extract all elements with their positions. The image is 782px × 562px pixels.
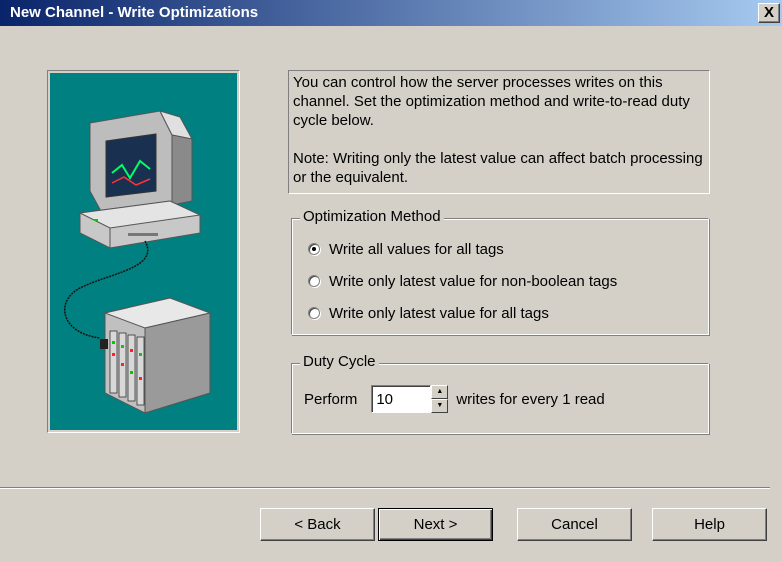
- duty-cycle-suffix: writes for every 1 read: [456, 390, 605, 408]
- close-button[interactable]: X: [758, 3, 780, 23]
- duty-cycle-spinner[interactable]: ▲ ▼: [431, 385, 449, 413]
- optimization-method-label: Optimization Method: [300, 208, 444, 225]
- cancel-button[interactable]: Cancel: [517, 508, 632, 541]
- window-title: New Channel - Write Optimizations: [10, 4, 259, 21]
- radio-button-checked[interactable]: [308, 243, 320, 255]
- radio-label: Write only latest value for all tags: [329, 304, 549, 322]
- spin-down-icon[interactable]: ▼: [431, 399, 449, 413]
- help-button[interactable]: Help: [652, 508, 767, 541]
- title-bar: New Channel - Write Optimizations X: [0, 0, 782, 26]
- info-note: Note: Writing only the latest value can …: [293, 150, 703, 186]
- info-description: You can control how the server processes…: [293, 74, 690, 129]
- footer-separator: [0, 487, 770, 489]
- radio-write-all-values[interactable]: Write all values for all tags: [308, 238, 504, 260]
- back-button[interactable]: < Back: [260, 508, 375, 541]
- info-text-box: You can control how the server processes…: [288, 70, 710, 194]
- next-button[interactable]: Next >: [378, 508, 493, 541]
- duty-cycle-input[interactable]: [371, 385, 432, 413]
- duty-cycle-group: Duty Cycle Perform ▲ ▼ writes for every …: [291, 353, 709, 434]
- duty-cycle-prefix: Perform: [304, 390, 358, 408]
- duty-cycle-row: Perform ▲ ▼ writes for every 1 read: [304, 384, 605, 414]
- radio-latest-non-boolean[interactable]: Write only latest value for non-boolean …: [308, 270, 617, 292]
- close-icon: X: [763, 4, 774, 21]
- duty-cycle-label: Duty Cycle: [300, 353, 379, 370]
- optimization-method-group: Optimization Method Write all values for…: [291, 208, 709, 335]
- radio-button[interactable]: [308, 275, 320, 287]
- wizard-illustration: [47, 70, 240, 433]
- radio-latest-all-tags[interactable]: Write only latest value for all tags: [308, 302, 549, 324]
- radio-label: Write all values for all tags: [329, 240, 504, 258]
- computer-device-illustration-icon: [50, 73, 237, 430]
- radio-label: Write only latest value for non-boolean …: [329, 272, 618, 290]
- spin-up-icon[interactable]: ▲: [431, 385, 449, 399]
- radio-button[interactable]: [308, 307, 320, 319]
